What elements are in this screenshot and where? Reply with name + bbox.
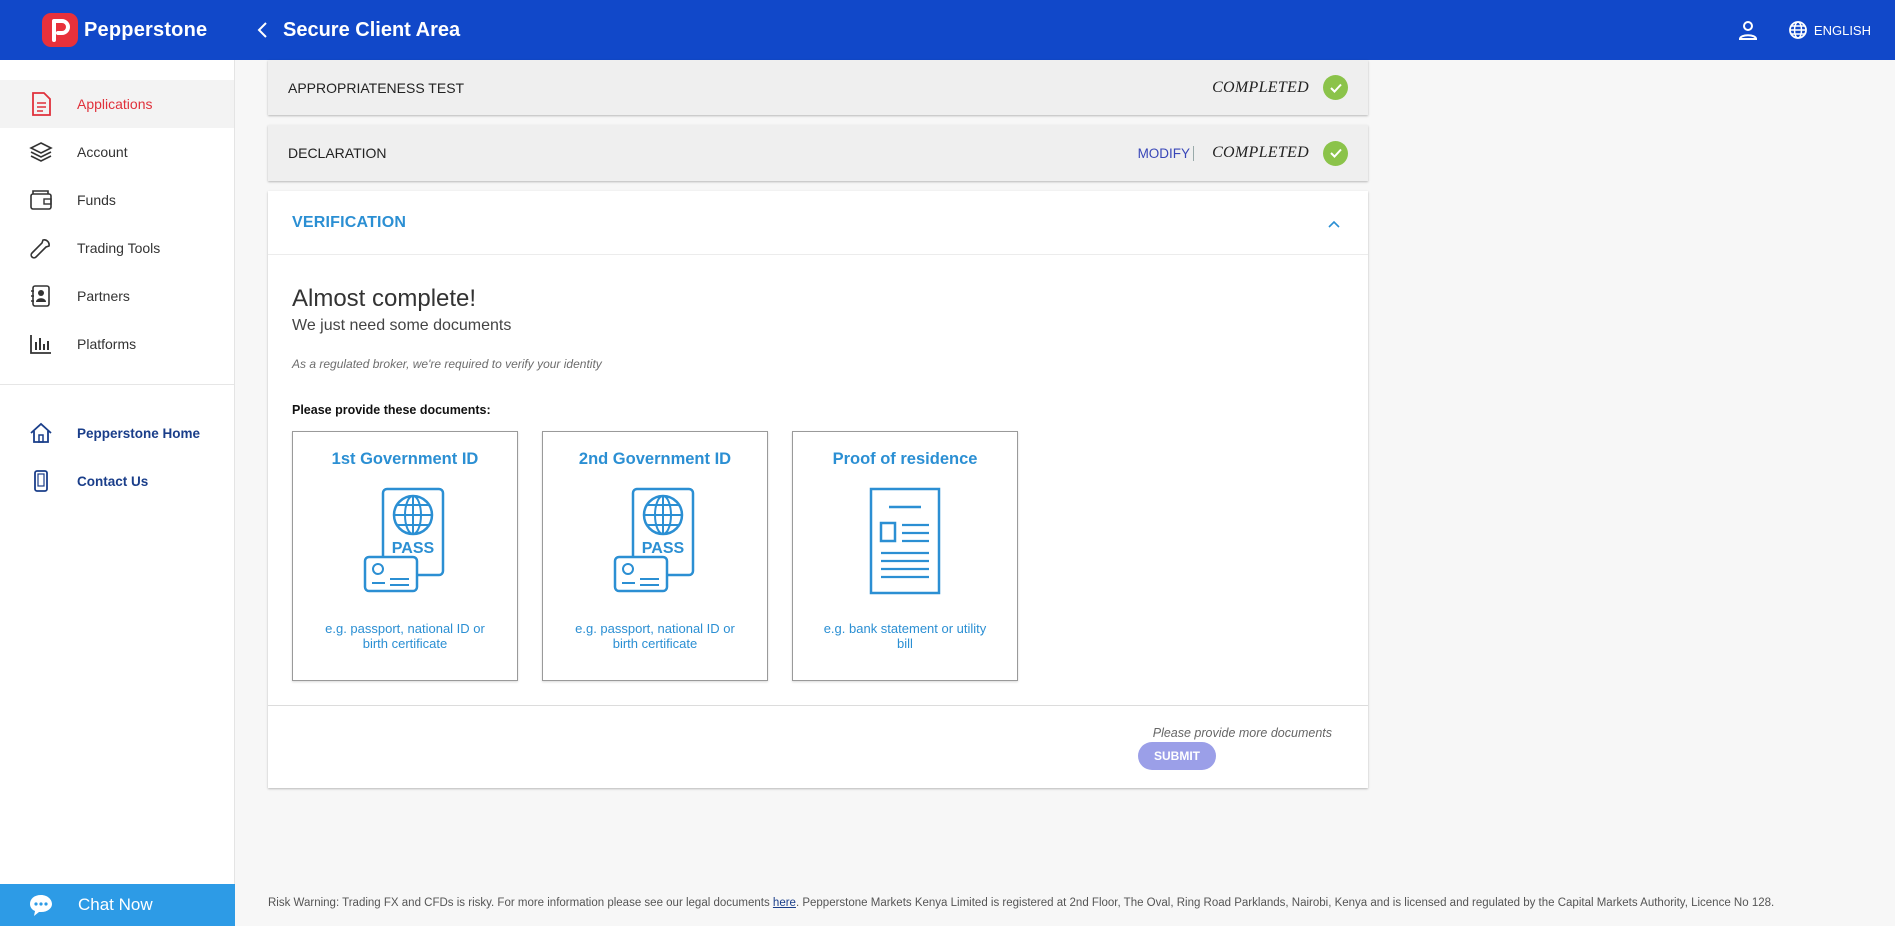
verification-note: As a regulated broker, we're required to… bbox=[292, 357, 602, 371]
step-label: DECLARATION bbox=[288, 145, 387, 161]
user-icon[interactable] bbox=[1736, 18, 1760, 42]
sidebar-item-label: Partners bbox=[77, 288, 130, 304]
header-actions: ENGLISH bbox=[1736, 0, 1871, 60]
page-title: Secure Client Area bbox=[283, 18, 461, 41]
legal-documents-link[interactable]: here bbox=[773, 897, 796, 909]
documents-label: Please provide these documents: bbox=[292, 403, 491, 417]
verification-footer: Please provide more documents SUBMIT bbox=[268, 706, 1368, 788]
verification-subheading: We just need some documents bbox=[292, 317, 512, 334]
chat-bubble-icon bbox=[30, 895, 52, 916]
layers-icon bbox=[28, 139, 54, 165]
risk-warning-text: Risk Warning: Trading FX and CFDs is ris… bbox=[268, 897, 773, 909]
partners-icon bbox=[28, 283, 54, 309]
sidebar-item-label: Applications bbox=[77, 96, 153, 112]
language-selector[interactable]: ENGLISH bbox=[1788, 20, 1871, 40]
sidebar-item-trading-tools[interactable]: Trading Tools bbox=[0, 224, 234, 272]
document-icon bbox=[28, 91, 54, 117]
step-status: MODIFY COMPLETED bbox=[1138, 140, 1348, 166]
passport-icon: PASS bbox=[363, 487, 447, 597]
chat-now-button[interactable]: Chat Now bbox=[0, 884, 235, 926]
status-text: COMPLETED bbox=[1212, 78, 1309, 96]
document-description: e.g. passport, national ID or birth cert… bbox=[325, 621, 485, 651]
wallet-icon bbox=[28, 187, 54, 213]
brand-name: Pepperstone bbox=[84, 18, 208, 41]
wrench-icon bbox=[28, 235, 54, 261]
document-description: e.g. passport, national ID or birth cert… bbox=[575, 621, 735, 651]
sidebar-item-label: Platforms bbox=[77, 336, 137, 352]
document-card-2nd-government-id[interactable]: 2nd Government ID PASS e.g. passport, na… bbox=[542, 431, 768, 681]
svg-text:PASS: PASS bbox=[392, 540, 435, 557]
submit-button[interactable]: SUBMIT bbox=[1138, 742, 1216, 770]
verification-body: Almost complete! We just need some docum… bbox=[268, 255, 1368, 706]
sidebar-item-partners[interactable]: Partners bbox=[0, 272, 234, 320]
back-chevron-icon[interactable] bbox=[251, 19, 273, 41]
document-title: Proof of residence bbox=[832, 450, 978, 468]
document-icon bbox=[869, 487, 941, 597]
document-title: 1st Government ID bbox=[331, 450, 479, 468]
sidebar-item-platforms[interactable]: Platforms bbox=[0, 320, 234, 368]
step-declaration[interactable]: DECLARATION MODIFY COMPLETED bbox=[268, 125, 1368, 181]
phone-icon bbox=[28, 468, 54, 494]
verification-heading: Almost complete! bbox=[292, 285, 477, 312]
step-status: COMPLETED bbox=[1212, 75, 1348, 100]
chat-label: Chat Now bbox=[78, 895, 153, 914]
more-documents-note: Please provide more documents bbox=[1152, 726, 1332, 740]
step-appropriateness-test[interactable]: APPROPRIATENESS TEST COMPLETED bbox=[268, 60, 1368, 115]
language-label: ENGLISH bbox=[1813, 22, 1871, 38]
sidebar-link-label: Contact Us bbox=[77, 473, 149, 489]
sidebar-links: Pepperstone Home Contact Us bbox=[0, 384, 234, 505]
top-bar: Pepperstone Secure Client Area ENGLISH bbox=[0, 0, 1895, 60]
sidebar-link-pepperstone-home[interactable]: Pepperstone Home bbox=[0, 409, 234, 457]
document-card-1st-government-id[interactable]: 1st Government ID PASS e.g. passport, na… bbox=[292, 431, 518, 681]
sidebar-link-label: Pepperstone Home bbox=[77, 425, 201, 441]
modify-link[interactable]: MODIFY bbox=[1138, 145, 1195, 161]
check-icon bbox=[1323, 75, 1348, 100]
sidebar-item-label: Account bbox=[77, 144, 128, 160]
sidebar-link-contact-us[interactable]: Contact Us bbox=[0, 457, 234, 505]
company-info-text: . Pepperstone Markets Kenya Limited is r… bbox=[795, 897, 1775, 909]
sidebar-nav: Applications Account Funds Trading Tools… bbox=[0, 60, 234, 368]
verification-header[interactable]: VERIFICATION bbox=[268, 191, 1368, 255]
sidebar-item-label: Trading Tools bbox=[77, 240, 161, 256]
status-text: COMPLETED bbox=[1212, 144, 1309, 161]
brand-logo[interactable]: Pepperstone bbox=[0, 0, 235, 60]
sidebar-item-label: Funds bbox=[77, 192, 116, 208]
main-content: APPROPRIATENESS TEST COMPLETED DECLARATI… bbox=[268, 60, 1368, 788]
verification-card: VERIFICATION Almost complete! We just ne… bbox=[268, 191, 1368, 788]
sidebar-item-account[interactable]: Account bbox=[0, 128, 234, 176]
bar-chart-icon bbox=[28, 331, 54, 357]
document-options: 1st Government ID PASS e.g. passport, na… bbox=[292, 431, 1344, 681]
check-icon bbox=[1323, 140, 1348, 166]
document-card-proof-of-residence[interactable]: Proof of residence e.g. bank statement o… bbox=[792, 431, 1018, 681]
home-icon bbox=[28, 420, 54, 446]
passport-icon: PASS bbox=[613, 487, 697, 597]
document-description: e.g. bank statement or utility bill bbox=[823, 621, 987, 651]
document-title: 2nd Government ID bbox=[578, 450, 732, 468]
chevron-up-icon[interactable] bbox=[1328, 215, 1340, 233]
risk-warning-footer: Risk Warning: Trading FX and CFDs is ris… bbox=[268, 897, 1774, 909]
sidebar-item-applications[interactable]: Applications bbox=[0, 80, 234, 128]
globe-icon bbox=[1789, 21, 1807, 39]
svg-text:PASS: PASS bbox=[642, 540, 685, 557]
pepperstone-logo-icon bbox=[42, 13, 78, 47]
verification-title: VERIFICATION bbox=[292, 213, 407, 231]
sidebar-item-funds[interactable]: Funds bbox=[0, 176, 234, 224]
step-label: APPROPRIATENESS TEST bbox=[288, 79, 465, 96]
sidebar: Applications Account Funds Trading Tools… bbox=[0, 60, 235, 926]
